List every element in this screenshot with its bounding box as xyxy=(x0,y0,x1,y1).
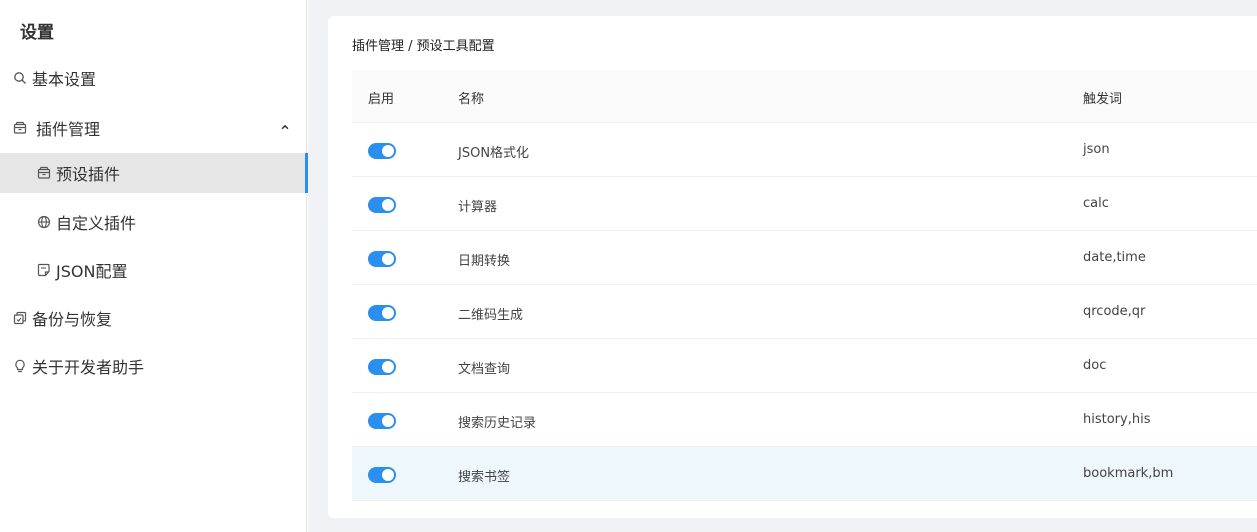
table-row: JSON格式化 json xyxy=(352,123,1257,177)
sidebar-item-backup-restore[interactable]: 备份与恢复 xyxy=(0,306,307,330)
sidebar-item-plugin-management[interactable]: 插件管理 xyxy=(0,116,307,140)
sidebar-item-label: 插件管理 xyxy=(36,120,101,139)
table-row: 搜索书签 bookmark,bm xyxy=(352,447,1257,501)
backup-icon xyxy=(13,311,27,325)
table-row: 计算器 calc xyxy=(352,177,1257,231)
header-trigger: 触发词 xyxy=(1083,92,1123,107)
breadcrumb: 插件管理 / 预设工具配置 xyxy=(352,39,495,54)
sidebar-item-label: 备份与恢复 xyxy=(32,310,113,329)
plugin-table: 启用 名称 触发词 JSON格式化 json 计算器 calc 日期转换 dat… xyxy=(352,70,1257,501)
plugin-name: 搜索书签 xyxy=(458,470,511,485)
enable-toggle[interactable] xyxy=(368,251,396,267)
plugin-name: 文档查询 xyxy=(458,362,511,377)
sidebar-item-label: JSON配置 xyxy=(56,262,128,281)
search-icon xyxy=(13,71,27,85)
enable-toggle[interactable] xyxy=(368,305,396,321)
enable-toggle[interactable] xyxy=(368,467,396,483)
main-area: 插件管理 / 预设工具配置 启用 名称 触发词 JSON格式化 json 计算器… xyxy=(308,0,1257,532)
chevron-up-icon[interactable] xyxy=(278,120,292,134)
sidebar-item-label: 自定义插件 xyxy=(56,214,137,233)
sidebar-item-label: 关于开发者助手 xyxy=(32,358,145,377)
enable-toggle[interactable] xyxy=(368,359,396,375)
sidebar-title: 设置 xyxy=(20,23,54,43)
sidebar-item-custom-plugins[interactable]: 自定义插件 xyxy=(0,210,307,234)
sidebar-item-preset-plugins[interactable]: 预设插件 xyxy=(0,153,308,193)
enable-toggle[interactable] xyxy=(368,143,396,159)
plugin-name: 计算器 xyxy=(458,200,498,215)
header-enabled: 启用 xyxy=(368,92,395,107)
sidebar-item-about-developer[interactable]: 关于开发者助手 xyxy=(0,354,307,378)
globe-icon xyxy=(37,215,51,229)
plugin-name: JSON格式化 xyxy=(458,146,530,161)
plugin-trigger: qrcode,qr xyxy=(1083,304,1146,319)
box-icon xyxy=(13,121,27,135)
note-icon xyxy=(37,263,51,277)
plugin-trigger: doc xyxy=(1083,358,1107,373)
table-row: 文档查询 doc xyxy=(352,339,1257,393)
plugin-trigger: bookmark,bm xyxy=(1083,466,1174,481)
box-icon xyxy=(37,166,51,180)
table-row: 日期转换 date,time xyxy=(352,231,1257,285)
plugin-name: 搜索历史记录 xyxy=(458,416,537,431)
plugin-name: 日期转换 xyxy=(458,254,511,269)
table-row: 搜索历史记录 history,his xyxy=(352,393,1257,447)
plugin-trigger: date,time xyxy=(1083,250,1146,265)
table-header: 启用 名称 触发词 xyxy=(352,70,1257,123)
sidebar-item-label: 预设插件 xyxy=(56,165,121,184)
plugin-name: 二维码生成 xyxy=(458,308,524,323)
table-row: 二维码生成 qrcode,qr xyxy=(352,285,1257,339)
plugin-trigger: history,his xyxy=(1083,412,1151,427)
sidebar-item-label: 基本设置 xyxy=(32,70,97,89)
enable-toggle[interactable] xyxy=(368,413,396,429)
plugin-trigger: calc xyxy=(1083,196,1109,211)
bulb-icon xyxy=(13,359,27,373)
enable-toggle[interactable] xyxy=(368,197,396,213)
header-name: 名称 xyxy=(458,92,485,107)
sidebar-item-json-config[interactable]: JSON配置 xyxy=(0,258,307,282)
sidebar-item-basic-settings[interactable]: 基本设置 xyxy=(0,66,307,90)
sidebar: 设置 基本设置 插件管理 预设插件 自定义插件 JSON配置 备份与恢复 关于开… xyxy=(0,0,308,532)
plugin-trigger: json xyxy=(1083,142,1110,157)
content-card: 插件管理 / 预设工具配置 启用 名称 触发词 JSON格式化 json 计算器… xyxy=(328,16,1257,518)
